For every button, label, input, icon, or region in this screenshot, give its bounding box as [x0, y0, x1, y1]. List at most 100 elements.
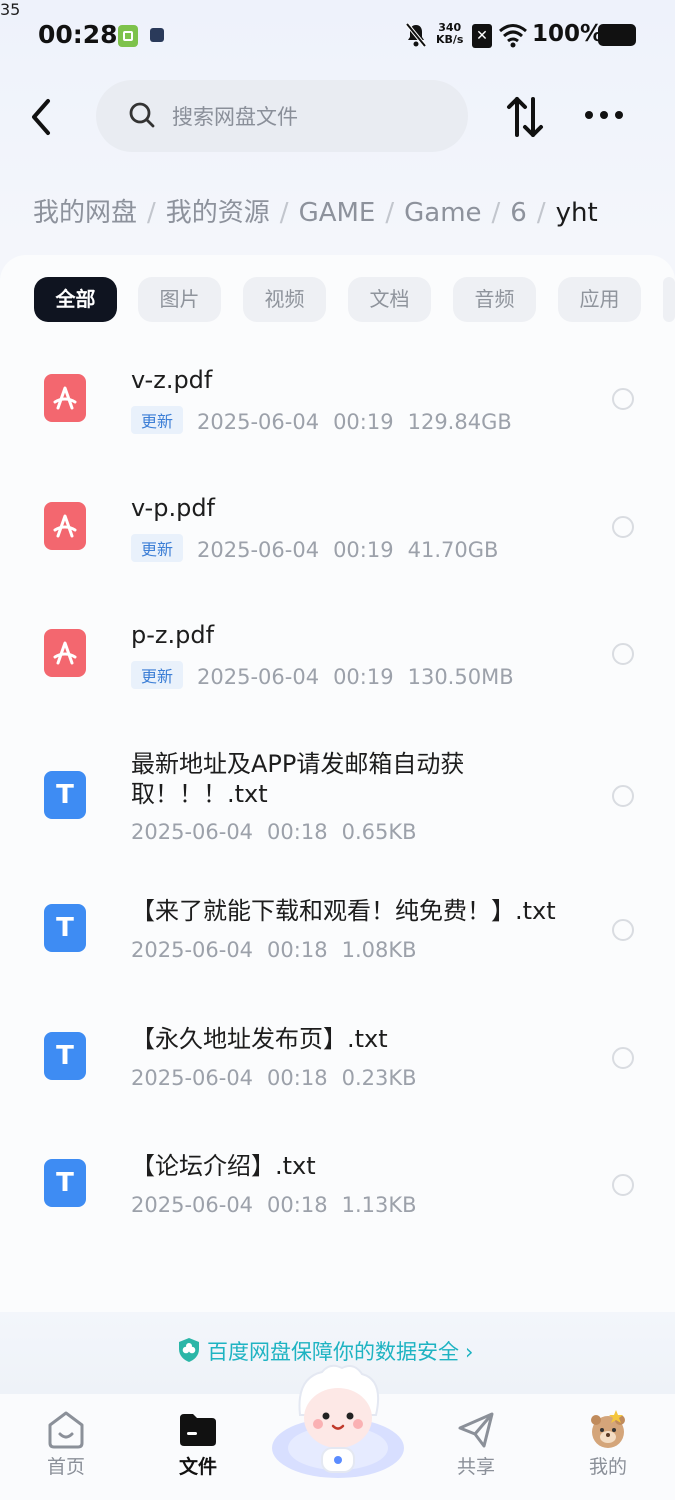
nav-home-label: 首页 — [46, 1456, 85, 1478]
file-date: 2025-06-04 — [197, 410, 320, 434]
nav-mine[interactable]: 我的 — [563, 1394, 653, 1500]
file-name: v-p.pdf — [131, 494, 215, 522]
txt-glyph: T — [56, 1168, 74, 1198]
file-meta: 2025-06-04 00:18 1.13KB — [131, 1193, 417, 1217]
breadcrumb-separator: / — [536, 198, 546, 228]
file-row[interactable]: T 【来了就能下载和观看！纯免费！】.txt 2025-06-04 00:18 1.… — [0, 880, 675, 980]
breadcrumb-item[interactable]: 我的资源 — [166, 198, 270, 228]
select-radio[interactable] — [612, 919, 634, 941]
file-time: 00:19 — [333, 410, 394, 434]
file-row[interactable]: T 【永久地址发布页】.txt 2025-06-04 00:18 0.23KB — [0, 1008, 675, 1108]
status-time: 00:28 — [38, 20, 118, 49]
tab-apps[interactable]: 应用 — [558, 277, 641, 322]
select-radio[interactable] — [612, 785, 634, 807]
file-time: 00:18 — [267, 938, 328, 962]
nav-files-label: 文件 — [178, 1456, 217, 1478]
breadcrumb-separator: / — [147, 198, 156, 228]
file-size: 1.08KB — [341, 938, 417, 962]
breadcrumb-item[interactable]: 6 — [510, 198, 527, 228]
file-name: p-z.pdf — [131, 621, 215, 649]
file-date: 2025-06-04 — [197, 538, 320, 562]
sort-icon[interactable] — [505, 93, 545, 141]
file-meta: 2025-06-04 00:18 0.23KB — [131, 1066, 417, 1090]
home-icon — [48, 1411, 84, 1449]
breadcrumb-separator: / — [385, 198, 395, 228]
shield-icon — [179, 1338, 199, 1362]
tab-documents[interactable]: 文档 — [348, 277, 431, 322]
file-row[interactable]: p-z.pdf 更新 2025-06-04 00:19 130.50MB — [0, 605, 675, 715]
txt-glyph: T — [56, 780, 74, 810]
search-bar[interactable] — [96, 80, 468, 152]
breadcrumb-separator: / — [279, 198, 289, 228]
file-date: 2025-06-04 — [131, 1193, 254, 1217]
txt-file-icon: T — [44, 1032, 86, 1080]
select-radio[interactable] — [612, 516, 634, 538]
pdf-file-icon — [44, 629, 86, 677]
breadcrumb: 我的网盘 / 我的资源 / GAME / Game / 6 / yht — [33, 192, 598, 229]
file-date: 2025-06-04 — [131, 1066, 254, 1090]
file-time: 00:19 — [333, 538, 394, 562]
avatar-icon — [591, 1410, 625, 1448]
tab-audio[interactable]: 音频 — [453, 277, 536, 322]
updated-badge: 更新 — [131, 406, 184, 434]
app-notification-icon-2 — [150, 28, 164, 42]
select-radio[interactable] — [612, 643, 634, 665]
file-name: 【论坛介绍】.txt — [131, 1152, 316, 1180]
no-sim-icon: ✕ — [472, 24, 492, 48]
txt-file-icon: T — [44, 771, 86, 819]
file-time: 00:18 — [267, 1193, 328, 1217]
select-radio[interactable] — [612, 1047, 634, 1069]
breadcrumb-separator: / — [491, 198, 501, 228]
chevron-right-icon: › — [465, 1340, 474, 1364]
file-meta: 更新 2025-06-04 00:19 129.84GB — [131, 406, 512, 434]
select-radio[interactable] — [612, 388, 634, 410]
file-size: 1.13KB — [341, 1193, 417, 1217]
battery-percent: 100% — [532, 21, 604, 47]
updated-badge: 更新 — [131, 534, 184, 562]
file-name-line-2: 取！！！.txt — [131, 780, 268, 808]
txt-file-icon: T — [44, 904, 86, 952]
mascot-ai-assistant-icon[interactable] — [270, 1360, 406, 1480]
file-name: 【来了就能下载和观看！纯免费！】.txt — [131, 897, 556, 925]
file-size: 41.70GB — [407, 538, 499, 562]
txt-file-icon: T — [44, 1159, 86, 1207]
file-size: 0.23KB — [341, 1066, 417, 1090]
file-time: 00:18 — [267, 1066, 328, 1090]
file-time: 00:18 — [267, 820, 328, 844]
file-row[interactable]: v-p.pdf 更新 2025-06-04 00:19 41.70GB — [0, 478, 675, 588]
file-time: 00:19 — [333, 665, 394, 689]
search-input[interactable] — [170, 98, 454, 136]
breadcrumb-item[interactable]: 我的网盘 — [33, 198, 137, 228]
file-date: 2025-06-04 — [131, 938, 254, 962]
file-size: 130.50MB — [407, 665, 514, 689]
search-icon — [129, 102, 155, 128]
folder-icon — [180, 1414, 216, 1446]
file-meta: 更新 2025-06-04 00:19 41.70GB — [131, 534, 498, 562]
nav-files[interactable]: 文件 — [153, 1394, 243, 1500]
pdf-file-icon — [44, 374, 86, 422]
net-speed-unit: KB/s — [436, 33, 464, 46]
tab-all[interactable]: 全部 — [34, 277, 117, 322]
file-meta: 2025-06-04 00:18 1.08KB — [131, 938, 417, 962]
nav-share[interactable]: 共享 — [431, 1394, 521, 1500]
breadcrumb-item[interactable]: GAME — [299, 198, 376, 228]
tab-more-partial[interactable] — [663, 277, 675, 322]
file-row[interactable]: T 最新地址及APP请发邮箱自动获 取！！！.txt 2025-06-04 00:… — [0, 740, 675, 860]
more-options-icon[interactable] — [582, 100, 626, 130]
file-name: 【永久地址发布页】.txt — [131, 1025, 388, 1053]
breadcrumb-item[interactable]: Game — [404, 198, 481, 228]
tab-images[interactable]: 图片 — [138, 277, 221, 322]
bell-muted-icon — [405, 22, 427, 48]
back-arrow-icon[interactable] — [24, 95, 64, 139]
file-name: v-z.pdf — [131, 366, 213, 394]
file-row[interactable]: T 【论坛介绍】.txt 2025-06-04 00:18 1.13KB — [0, 1135, 675, 1235]
nav-home[interactable]: 首页 — [21, 1394, 111, 1500]
nav-mine-label: 我的 — [588, 1456, 627, 1478]
file-size: 0.65KB — [341, 820, 417, 844]
network-speed: 340 KB/s — [436, 22, 463, 46]
txt-glyph: T — [56, 913, 74, 943]
file-meta: 2025-06-04 00:18 0.65KB — [131, 820, 417, 844]
file-row[interactable]: v-z.pdf 更新 2025-06-04 00:19 129.84GB — [0, 350, 675, 460]
select-radio[interactable] — [612, 1174, 634, 1196]
tab-videos[interactable]: 视频 — [243, 277, 326, 322]
